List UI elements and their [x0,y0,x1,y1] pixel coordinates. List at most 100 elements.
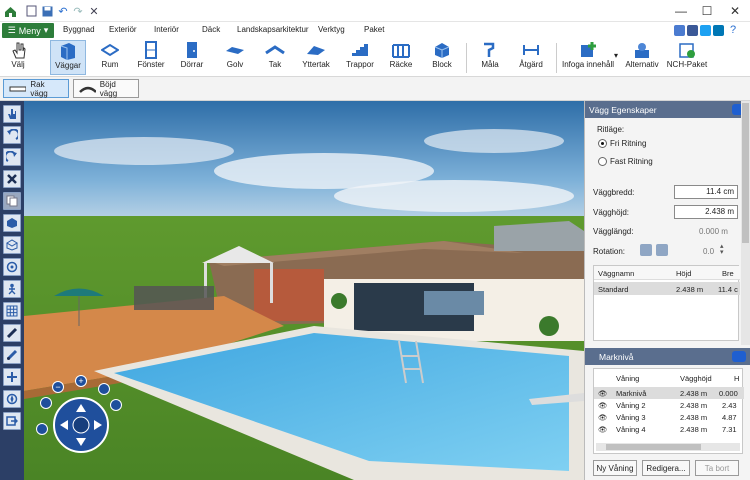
insert-dropdown-icon[interactable]: ▾ [614,51,618,60]
measure-tool-icon[interactable] [3,324,21,342]
like-icon[interactable] [674,25,685,36]
new-file-icon[interactable] [24,3,38,19]
minimize-button[interactable]: — [668,0,694,22]
grid-icon[interactable] [3,302,21,320]
twitter-icon[interactable] [700,25,711,36]
new-floor-button[interactable]: Ny Våning [593,460,637,476]
linkedin-icon[interactable] [713,25,724,36]
eye-icon[interactable]: 👁 [598,389,608,398]
home-view-icon[interactable] [98,383,110,395]
navigation-control[interactable]: − + [36,375,124,465]
zoom-out-icon[interactable]: − [52,381,64,393]
floor-button[interactable]: Golv [220,40,250,75]
facebook-icon[interactable] [687,25,698,36]
paint-roller-icon [481,40,499,60]
eye-icon[interactable]: 👁 [598,425,608,434]
edit-floor-button[interactable]: Redigera... [642,460,690,476]
tab-tools[interactable]: Verktyg [318,25,345,34]
maximize-button[interactable]: ☐ [694,0,720,22]
delete-icon[interactable] [3,170,21,188]
delete-floor-button[interactable]: Ta bort [695,460,739,476]
camera-orbit-icon[interactable] [3,258,21,276]
tilt-down-icon[interactable] [110,399,122,411]
free-drawing-radio[interactable] [598,139,607,148]
door-button[interactable]: Dörrar [175,40,209,75]
block-button[interactable]: Block [428,40,456,75]
col-floor: Våning [616,374,640,383]
fixed-drawing-radio[interactable] [598,157,607,166]
tab-byggnad[interactable]: Byggnad [63,25,95,34]
zoom-in-icon[interactable]: + [75,375,87,387]
copy-icon[interactable] [3,192,21,210]
window-button[interactable]: Fönster [134,40,168,75]
reset-view-icon[interactable] [36,423,48,435]
main-menu-button[interactable]: ☰ Meny ▾ [2,23,54,38]
select-button[interactable]: Välj [4,40,32,75]
insert-content-button[interactable]: Infoga innehåll [560,40,616,75]
floor-icon [225,40,245,60]
roof-button[interactable]: Yttertak [297,40,335,75]
curved-wall-button[interactable]: Böjd vägg [73,79,139,98]
eye-icon[interactable]: 👁 [598,401,608,410]
railing-button[interactable]: Räcke [387,40,415,75]
tilt-up-icon[interactable] [40,397,52,409]
floor-table-hscroll[interactable] [596,443,740,451]
compass-icon[interactable] [3,390,21,408]
floor-wall-height: 2.438 m [680,401,708,410]
straight-wall-label: Rak vägg [30,79,48,98]
undo-icon[interactable]: ↶ [56,3,70,19]
walls-button[interactable]: Väggar [50,40,86,75]
wall-height-input[interactable]: 2.438 m [674,205,738,219]
rotate-right-icon[interactable] [3,148,21,166]
view-3d-icon[interactable] [3,214,21,232]
eye-icon[interactable]: 👁 [598,413,608,422]
ceiling-icon [265,40,285,60]
snap-icon[interactable] [3,368,21,386]
paint-button[interactable]: Måla [476,40,504,75]
stairs-button[interactable]: Trappor [343,40,377,75]
tab-deck[interactable]: Däck [202,25,220,34]
export-icon[interactable] [3,412,21,430]
walk-icon[interactable] [3,280,21,298]
tab-packages[interactable]: Paket [364,25,384,34]
camera-icon[interactable] [732,351,746,362]
tab-landscaping[interactable]: Landskapsarkitektur [237,25,309,34]
room-button[interactable]: Rum [95,40,125,75]
cloud [424,129,564,153]
rotate-cw-icon[interactable] [656,244,668,256]
rotate-left-icon[interactable] [3,126,21,144]
options-label: Alternativ [625,60,659,69]
rotation-spinner[interactable]: ▴ ▾ [720,243,724,256]
block-icon [433,40,451,60]
save-icon[interactable] [40,3,54,19]
tab-exterior[interactable]: Exteriör [109,25,137,34]
row-wall-name: Standard [598,285,629,294]
options-button[interactable]: Alternativ [622,40,662,75]
close-doc-icon[interactable]: ✕ [87,3,101,19]
paint-label: Måla [481,60,499,69]
panel-scrollbar[interactable] [741,101,750,345]
3d-viewport[interactable]: − + [24,101,584,480]
wall-tool-icon[interactable] [3,346,21,364]
stairs-icon [351,40,369,60]
pan-hand-icon[interactable] [3,105,21,123]
redo-icon[interactable]: ↷ [71,3,85,19]
ceiling-button[interactable]: Tak [262,40,288,75]
measure-label: Åtgärd [519,60,543,69]
nch-package-button[interactable]: NCH-Paket [666,40,708,75]
wall-width-input[interactable]: 11.4 cm [674,185,738,199]
measure-button[interactable]: Åtgärd [514,40,548,75]
straight-wall-button[interactable]: Rak vägg [3,79,69,98]
wall-width-label: Väggbredd: [593,188,635,197]
tab-interior[interactable]: Interiör [154,25,179,34]
rotation-label: Rotation: [593,247,626,256]
rotate-ccw-icon[interactable] [640,244,652,256]
close-window-button[interactable]: ✕ [722,0,748,22]
cube-icon[interactable] [3,236,21,254]
nch-package-icon [678,40,696,60]
help-icon[interactable]: ? [730,24,736,36]
straight-wall-icon [9,86,27,91]
gazebo-post [270,263,273,303]
floor-name: Våning 4 [616,425,646,434]
ceiling-label: Tak [268,60,282,69]
